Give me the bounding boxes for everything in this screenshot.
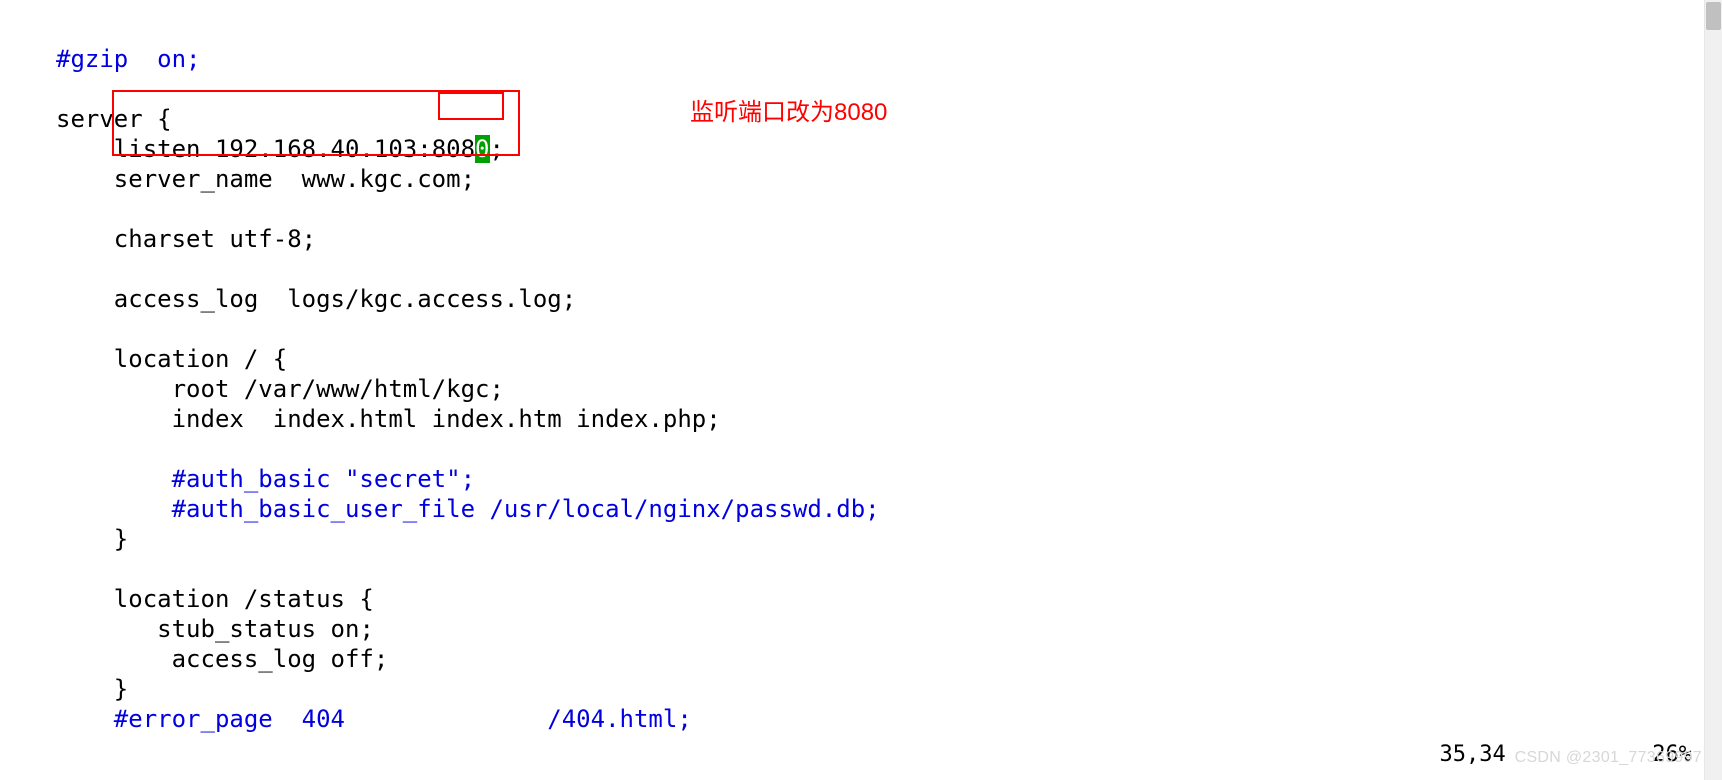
code-text: ; bbox=[490, 135, 504, 163]
block-close: } bbox=[114, 525, 128, 553]
access-log-directive: access_log logs/kgc.access.log; bbox=[114, 285, 576, 313]
code-comment: #auth_basic_user_file /usr/local/nginx/p… bbox=[172, 495, 880, 523]
vim-status-bar: 35,34 26% bbox=[1440, 741, 1692, 769]
location-block: location / { bbox=[114, 345, 287, 373]
port-prefix: 808 bbox=[432, 135, 475, 163]
code-line: server { bbox=[56, 105, 172, 133]
stub-status-directive: stub_status on; bbox=[157, 615, 374, 643]
location-status-block: location /status { bbox=[114, 585, 374, 613]
index-directive: index index.html index.htm index.php; bbox=[172, 405, 721, 433]
error-page-comment: #error_page 404 /404.html; bbox=[114, 705, 692, 733]
access-log-off: access_log off; bbox=[172, 645, 389, 673]
code-comment: #auth_basic "secret"; bbox=[172, 465, 475, 493]
server-name-directive: server_name www.kgc.com; bbox=[114, 165, 475, 193]
annotation-text: 监听端口改为8080 bbox=[690, 98, 887, 128]
text-cursor: 0 bbox=[475, 135, 489, 163]
root-directive: root /var/www/html/kgc; bbox=[172, 375, 504, 403]
scrollbar-thumb[interactable] bbox=[1706, 2, 1721, 30]
cursor-position: 35,34 bbox=[1440, 741, 1506, 769]
block-close: } bbox=[114, 675, 128, 703]
charset-directive: charset utf-8; bbox=[114, 225, 316, 253]
scroll-percentage: 26% bbox=[1652, 741, 1692, 769]
scrollbar-track[interactable] bbox=[1704, 0, 1722, 780]
code-line: #gzip on; bbox=[56, 45, 201, 73]
listen-directive: listen 192.168.40.103: bbox=[114, 135, 432, 163]
